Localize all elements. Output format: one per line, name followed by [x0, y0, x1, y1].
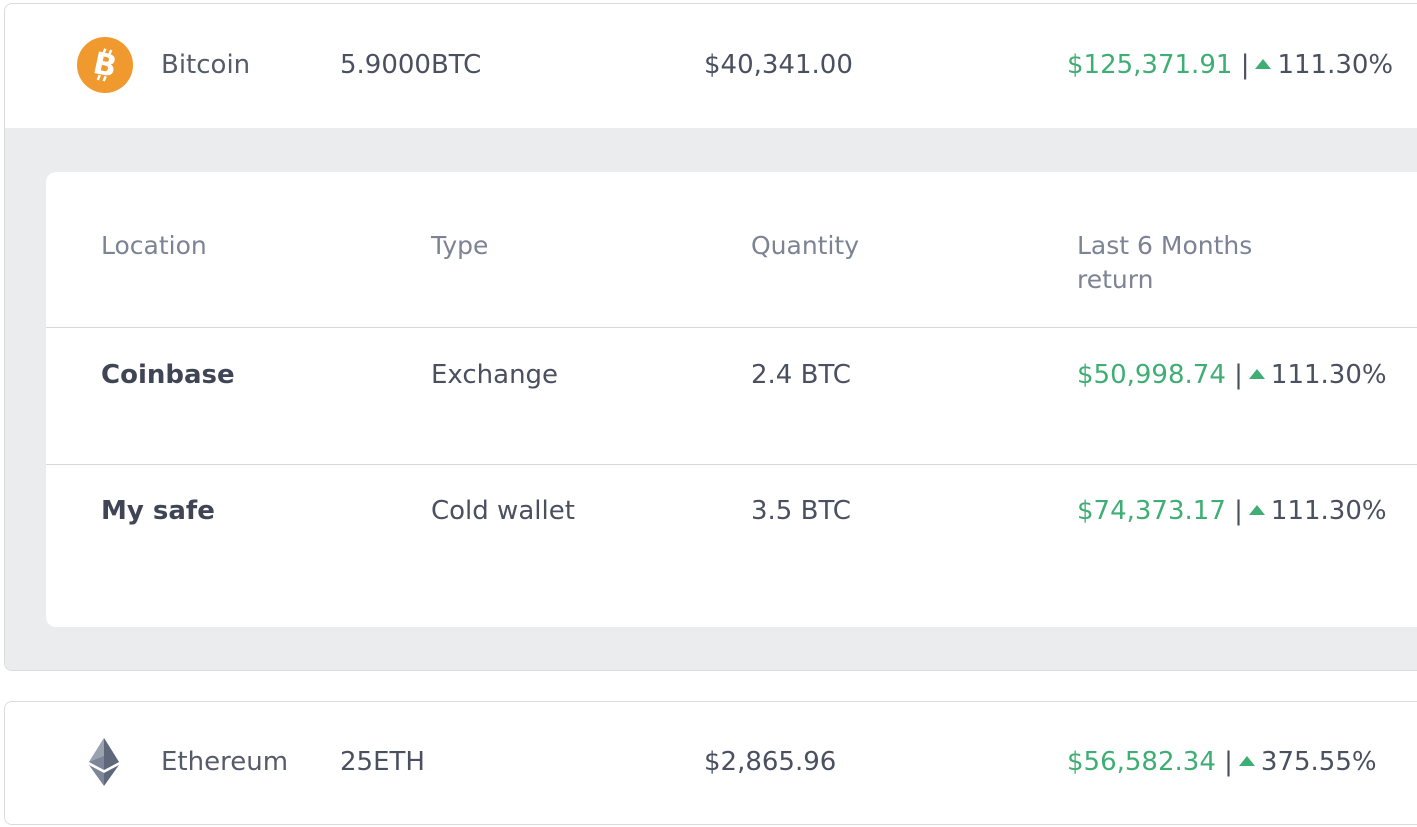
column-header-location: Location: [101, 231, 207, 260]
asset-name: Bitcoin: [161, 50, 251, 80]
asset-name: Ethereum: [161, 747, 289, 777]
row-return: $74,373.17 | 111.30%: [1077, 498, 1387, 524]
row-return: $50,998.74 | 111.30%: [1077, 362, 1387, 388]
asset-row-bitcoin[interactable]: B Bitcoin 5.9000BTC $40,341.00 $125,371.…: [5, 4, 1417, 128]
table-row[interactable]: Coinbase Exchange 2.4 BTC $50,998.74 | 11…: [46, 328, 1417, 464]
return-value: $125,371.91: [1067, 50, 1233, 80]
asset-price: $40,341.00: [704, 50, 853, 80]
asset-return: $125,371.91 | 111.30%: [1067, 52, 1393, 78]
asset-card-ethereum: Ethereum 25ETH $2,865.96 $56,582.34 | 375…: [4, 701, 1417, 825]
asset-return: $56,582.34 | 375.55%: [1067, 749, 1377, 775]
row-location: My safe: [101, 496, 215, 526]
asset-row-ethereum[interactable]: Ethereum 25ETH $2,865.96 $56,582.34 | 375…: [5, 702, 1417, 824]
ethereum-icon: [89, 738, 119, 790]
caret-up-icon: [1248, 504, 1265, 515]
caret-up-icon: [1238, 755, 1255, 766]
column-header-type: Type: [431, 231, 489, 260]
asset-holdings: 5.9000BTC: [340, 50, 482, 80]
row-quantity: 2.4 BTC: [751, 360, 851, 390]
return-separator: |: [1234, 360, 1243, 390]
return-separator: |: [1234, 496, 1243, 526]
row-type: Cold wallet: [431, 496, 575, 526]
return-value: $56,582.34: [1067, 747, 1216, 777]
return-percent: 111.30%: [1277, 50, 1394, 80]
return-value: $50,998.74: [1077, 360, 1226, 390]
row-type: Exchange: [431, 360, 559, 390]
return-separator: |: [1240, 50, 1250, 80]
holdings-detail-section: Location Type Quantity Last 6 Months ret…: [5, 128, 1417, 670]
holdings-detail-panel: Location Type Quantity Last 6 Months ret…: [46, 172, 1417, 627]
column-header-quantity: Quantity: [751, 231, 860, 260]
column-header-return-line1: Last 6 Months: [1077, 231, 1253, 260]
row-quantity: 3.5 BTC: [751, 496, 851, 526]
asset-price: $2,865.96: [704, 747, 837, 777]
asset-holdings: 25ETH: [340, 747, 425, 777]
return-value: $74,373.17: [1077, 496, 1226, 526]
caret-up-icon: [1255, 58, 1272, 69]
return-separator: |: [1224, 747, 1233, 777]
caret-up-icon: [1248, 368, 1265, 379]
asset-card-bitcoin: B Bitcoin 5.9000BTC $40,341.00 $125,371.…: [4, 3, 1417, 671]
return-percent: 375.55%: [1260, 747, 1377, 777]
return-percent: 111.30%: [1270, 360, 1387, 390]
row-location: Coinbase: [101, 360, 235, 390]
bitcoin-icon: B: [77, 37, 133, 97]
table-row[interactable]: My safe Cold wallet 3.5 BTC $74,373.17 |…: [46, 465, 1417, 601]
return-percent: 111.30%: [1270, 496, 1387, 526]
column-header-return-line2: return: [1077, 265, 1154, 294]
